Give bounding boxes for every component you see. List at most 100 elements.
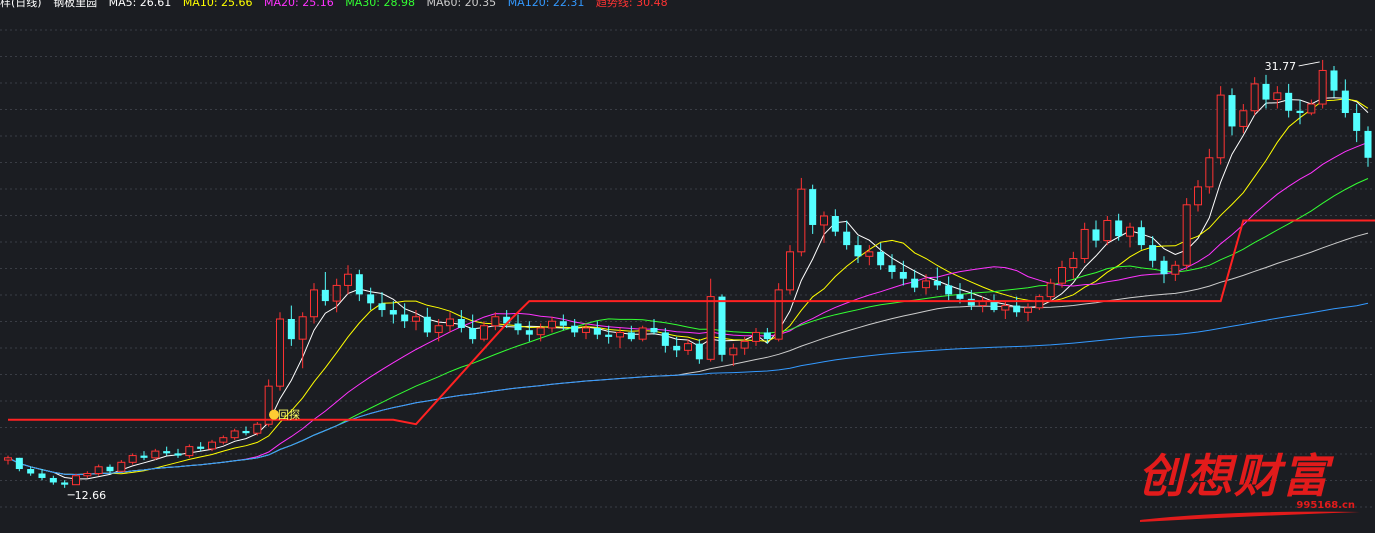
candle <box>911 269 919 293</box>
candle-body <box>1364 130 1372 158</box>
candle-body <box>275 318 285 387</box>
candle-body <box>1171 264 1180 275</box>
candle <box>479 321 489 342</box>
candle <box>1273 86 1282 109</box>
candle <box>638 325 647 342</box>
candle-body <box>1137 227 1145 246</box>
candle-body <box>1057 267 1067 284</box>
candle-body <box>367 294 375 304</box>
candle-body <box>831 216 839 232</box>
candle-body <box>401 314 409 322</box>
candle-body <box>378 303 386 311</box>
candle-body <box>911 278 919 288</box>
candle-body <box>865 251 874 257</box>
candle <box>128 453 137 465</box>
candle-body <box>661 332 669 346</box>
candle-body <box>945 285 953 295</box>
candle-body <box>106 466 114 472</box>
candle-body <box>854 245 862 257</box>
candle-body <box>956 294 964 299</box>
low-price-label: 12.66 <box>75 489 107 502</box>
candle-body <box>967 298 975 306</box>
ma20-line <box>7 141 1369 476</box>
candle <box>706 278 715 362</box>
candle <box>445 312 455 333</box>
candle <box>378 292 386 317</box>
candle-body <box>287 319 295 340</box>
candle <box>343 265 353 295</box>
candle-body <box>1092 229 1100 241</box>
candle <box>3 455 13 465</box>
candle <box>661 327 669 353</box>
candle <box>197 442 205 452</box>
candle <box>253 422 262 436</box>
candle-body <box>3 457 13 461</box>
candle <box>1057 260 1067 288</box>
candle <box>106 464 114 474</box>
candle-body <box>1001 305 1010 311</box>
candle <box>729 343 738 367</box>
candle-body <box>1160 260 1168 275</box>
candle-body <box>411 316 421 322</box>
candle <box>831 209 839 237</box>
candle <box>877 242 885 270</box>
candle-body <box>571 325 579 333</box>
candle <box>990 294 998 313</box>
candle-body <box>706 296 715 360</box>
candle-body <box>683 343 693 351</box>
candle-body <box>718 296 726 355</box>
candle <box>27 466 35 476</box>
candle-body <box>38 473 46 478</box>
candle <box>1171 260 1180 281</box>
candle <box>1125 222 1135 248</box>
ma30-line <box>7 178 1369 476</box>
candle <box>1115 213 1123 241</box>
candle <box>1080 222 1089 264</box>
candle <box>785 245 795 295</box>
candle-body <box>389 310 397 315</box>
candle <box>185 444 194 458</box>
candle <box>287 305 295 346</box>
candle-body <box>1228 95 1236 127</box>
candle <box>718 294 726 362</box>
candle-body <box>1115 220 1123 237</box>
candle-body <box>309 289 319 318</box>
candle <box>514 314 522 335</box>
candle-body <box>1149 245 1157 261</box>
candle-body <box>785 251 795 291</box>
candle <box>61 480 69 488</box>
candle-body <box>242 430 250 434</box>
candle-body <box>491 316 500 327</box>
candle <box>1239 104 1248 134</box>
signal-icon <box>269 409 279 420</box>
candle-body <box>1262 83 1270 100</box>
candle-body <box>1080 228 1089 260</box>
trend-line <box>8 219 1375 426</box>
candle <box>1193 180 1203 212</box>
candle-body <box>219 437 228 443</box>
candle <box>1250 77 1259 116</box>
candle-body <box>1013 305 1021 313</box>
candle-body <box>751 331 761 342</box>
candle <box>819 211 829 243</box>
candle <box>275 312 285 391</box>
candle-body <box>355 274 363 295</box>
signal-label: 回探 <box>278 409 300 422</box>
candle <box>38 469 46 481</box>
candle <box>1353 104 1361 143</box>
candle-body <box>332 284 341 302</box>
candle-body <box>61 482 69 485</box>
candle <box>491 312 500 331</box>
candle-body <box>83 473 92 477</box>
candle <box>423 307 431 337</box>
candle-body <box>559 321 567 326</box>
candle-body <box>819 215 829 226</box>
candle <box>673 336 681 358</box>
candle-body <box>1239 110 1248 127</box>
candle-body <box>298 316 307 340</box>
candle <box>1092 220 1100 248</box>
candle-body <box>151 450 160 459</box>
candle <box>593 321 601 340</box>
candle-body <box>1046 282 1055 298</box>
candle-body <box>536 327 545 336</box>
